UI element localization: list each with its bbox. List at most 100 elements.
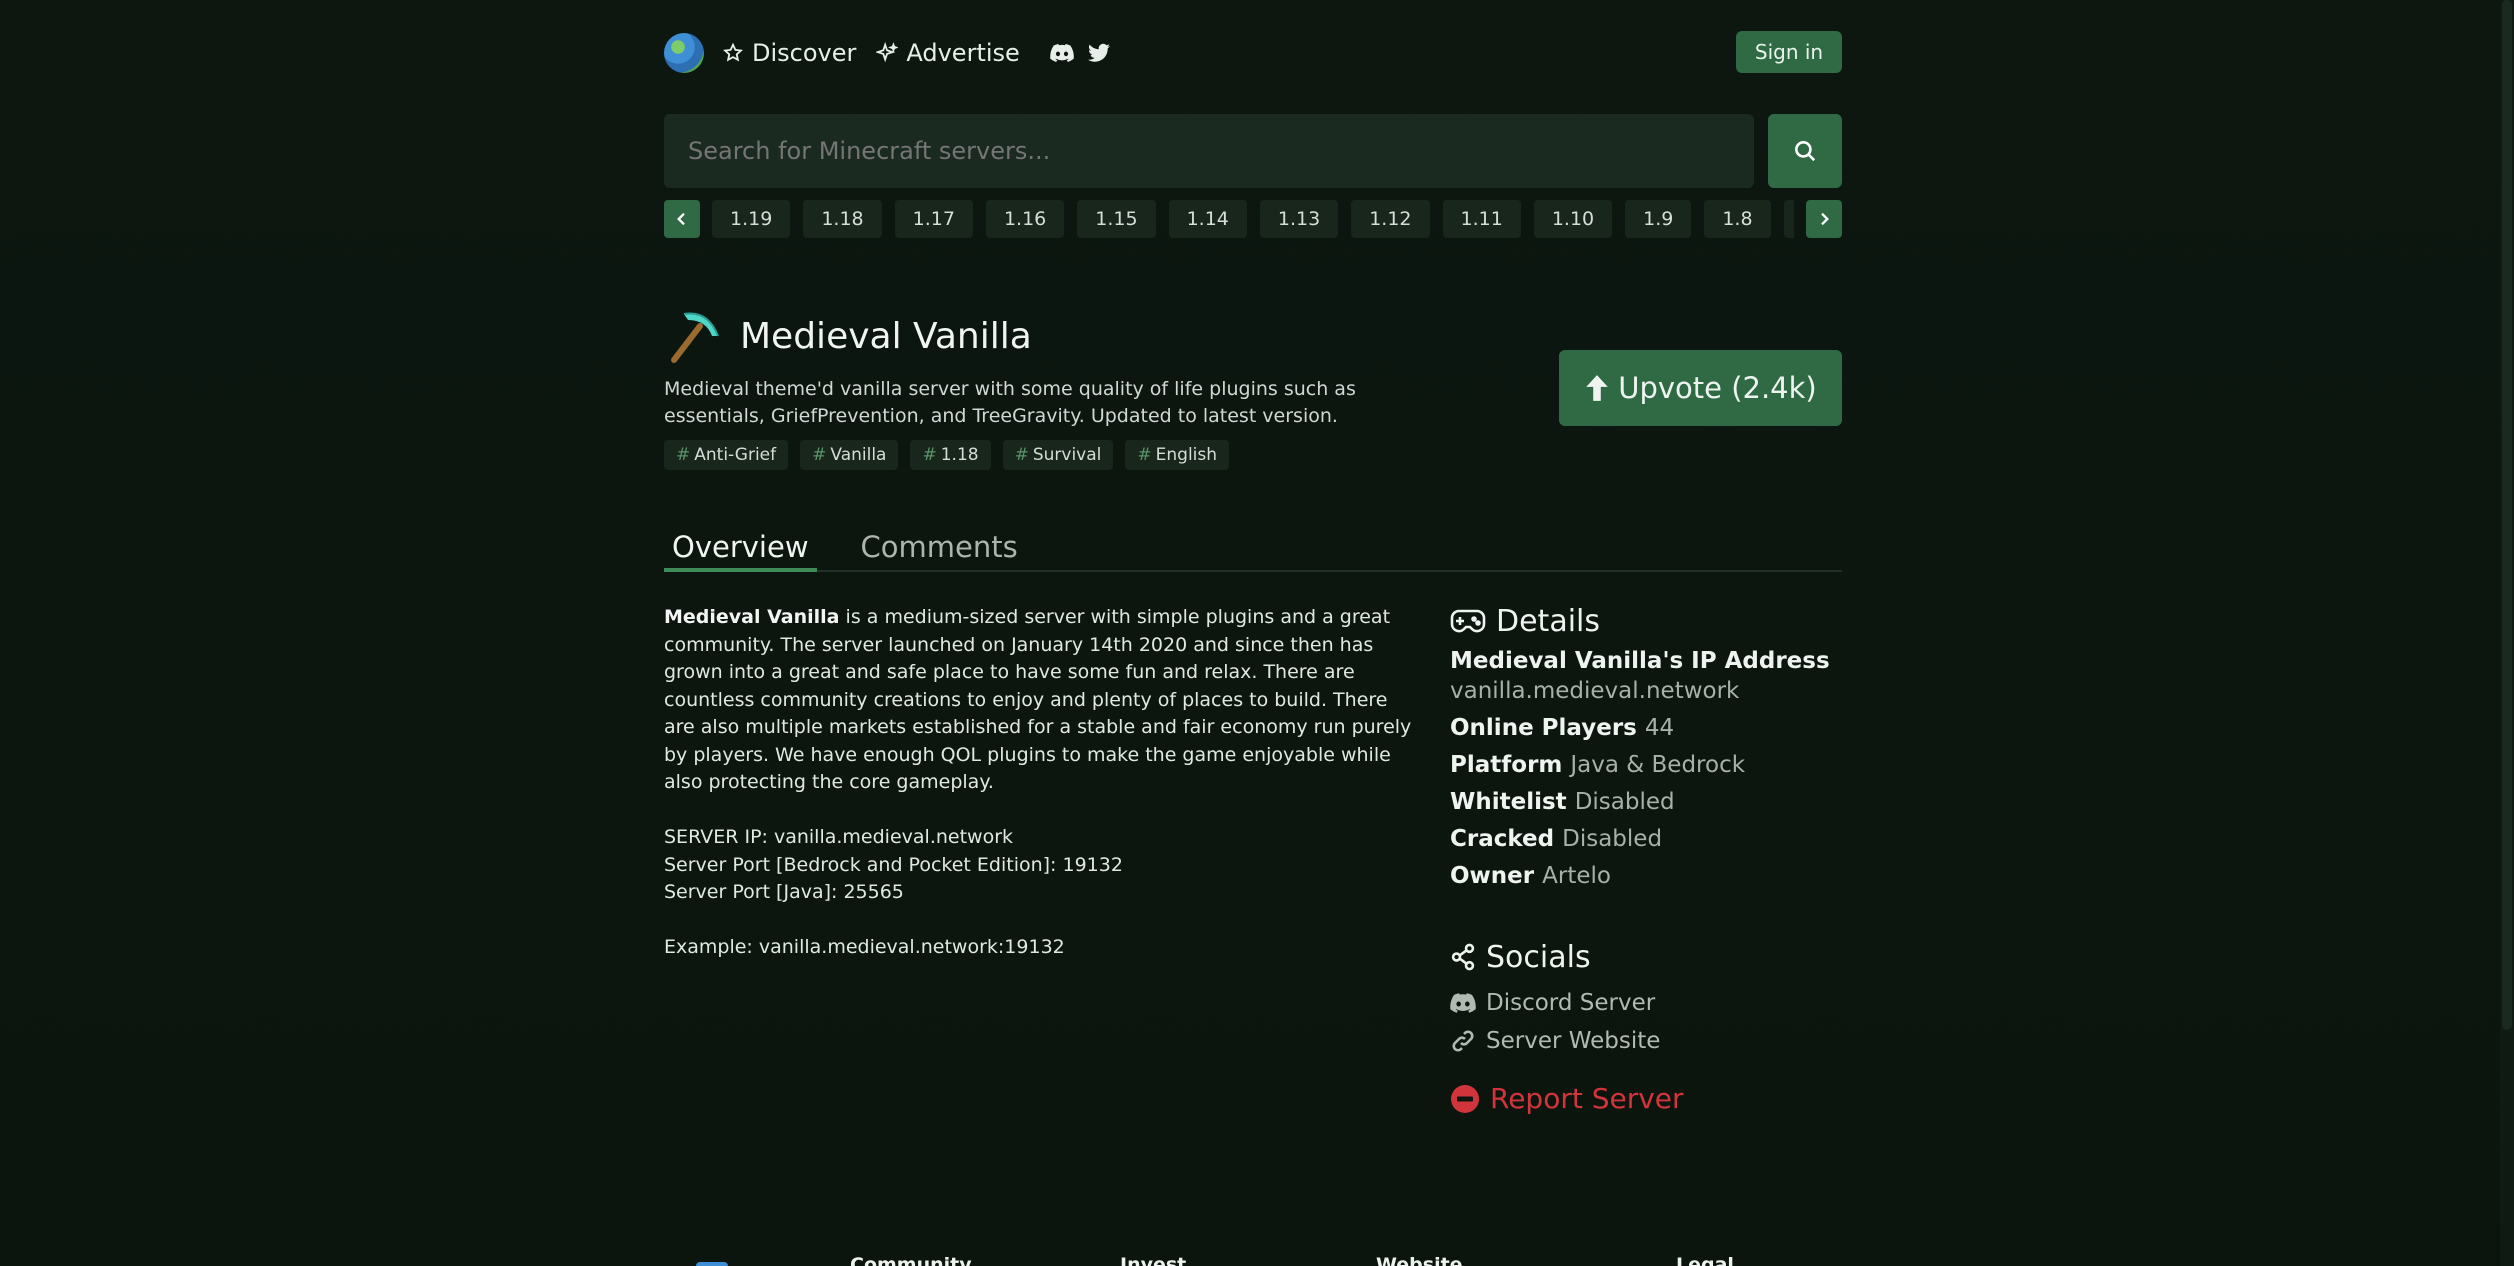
overview-text: Medieval Vanilla is a medium-sized serve… xyxy=(664,604,1424,989)
server-tag[interactable]: # Anti-Grief xyxy=(664,440,789,470)
twitter-icon[interactable] xyxy=(1087,43,1110,63)
filter-chip[interactable]: 1.12 xyxy=(1351,200,1430,238)
upvote-button[interactable]: Upvote (2.4k) xyxy=(1559,350,1842,426)
upvote-label: Upvote (2.4k) xyxy=(1618,371,1817,405)
nav-advertise-label: Advertise xyxy=(906,39,1020,67)
filter-chip[interactable]: 1.19 xyxy=(712,200,791,238)
server-description: Medieval theme'd vanilla server with som… xyxy=(664,378,1356,427)
detail-row: Online Players 44 xyxy=(1450,715,1842,741)
overview-intro-bold: Medieval Vanilla xyxy=(664,606,840,628)
overview-ip-line: SERVER IP: vanilla.medieval.network xyxy=(664,826,1014,848)
page-scrollbar[interactable] xyxy=(2500,0,2514,1266)
hash-icon: # xyxy=(922,445,937,465)
pickaxe-icon xyxy=(671,312,719,363)
discord-icon xyxy=(1450,993,1476,1013)
server-tag-label: Survival xyxy=(1032,445,1102,465)
overview-example-line: Example: vanilla.medieval.network:19132 xyxy=(664,936,1065,958)
server-tag-label: 1.18 xyxy=(940,445,979,465)
filter-chip[interactable]: 1.14 xyxy=(1168,200,1247,238)
filter-chip[interactable]: 1.9 xyxy=(1625,200,1692,238)
detail-key: Owner xyxy=(1450,863,1535,889)
nav-advertise-link[interactable]: Advertise xyxy=(876,39,1020,67)
server-title: Medieval Vanilla xyxy=(740,315,1032,357)
filter-chip[interactable]: 1.8 xyxy=(1704,200,1771,238)
chevron-right-icon xyxy=(1821,212,1829,226)
search-button[interactable] xyxy=(1768,114,1842,188)
globe-logo-icon[interactable] xyxy=(664,33,704,73)
overview-intro-rest: is a medium-sized server with simple plu… xyxy=(664,606,1412,793)
ip-address-value[interactable]: vanilla.medieval.network xyxy=(1450,678,1842,704)
share-icon xyxy=(1451,943,1475,971)
footer-col-website: Website xyxy=(1376,1254,1463,1266)
overview-connection-info: SERVER IP: vanilla.medieval.network Serv… xyxy=(664,824,1424,907)
footer-logo-icon xyxy=(696,1262,728,1266)
sparkle-star-icon xyxy=(723,42,743,62)
detail-key: Platform xyxy=(1450,752,1563,778)
socials-heading: Socials xyxy=(1450,936,1660,978)
filter-chip[interactable]: 1.13 xyxy=(1259,200,1339,238)
search-icon xyxy=(1795,141,1816,162)
filter-chips: 1.19 1.18 1.17 1.16 1.15 1.14 1.13 1.12 1.11 1.10… xyxy=(712,200,1794,238)
tab-overview[interactable]: Overview xyxy=(664,530,817,572)
footer-col-legal: Legal xyxy=(1676,1254,1734,1266)
server-tags: # Anti-Grief # Vanilla #1.18 # Survival # Englis… xyxy=(664,440,1241,470)
filter-chip[interactable]: 1.15 xyxy=(1077,200,1156,238)
filter-chip[interactable]: 1.11 xyxy=(1442,200,1521,238)
server-tag-label: Vanilla xyxy=(830,445,887,465)
top-nav: Discover Advertise Sign in xyxy=(664,30,1842,76)
detail-rows: Online Players 44 Platform Java & Bedrock Wh… xyxy=(1450,715,1842,889)
hash-icon: # xyxy=(676,445,691,465)
overview-bedrock-port-line: Server Port [Bedrock and Pocket Edition]… xyxy=(664,853,1123,876)
filter-chips-row: 1.19 1.18 1.17 1.16 1.15 1.14 1.13 1.12 1.11 1.10… xyxy=(664,200,1842,238)
chevron-left-icon xyxy=(677,212,685,226)
details-heading-label: Details xyxy=(1496,603,1601,639)
overview-java-port-line: Server Port [Java]: 25565 xyxy=(664,881,904,903)
socials-heading-label: Socials xyxy=(1486,939,1591,975)
detail-value: Disabled xyxy=(1562,826,1663,852)
scroll-right-button[interactable] xyxy=(1806,200,1842,238)
hash-icon: # xyxy=(1014,445,1029,465)
server-tag[interactable]: #1.18 xyxy=(910,440,991,470)
detail-value: Java & Bedrock xyxy=(1570,752,1746,778)
detail-row: Cracked Disabled xyxy=(1450,826,1842,852)
search-input[interactable] xyxy=(664,114,1754,188)
discord-icon[interactable] xyxy=(1050,43,1074,63)
sparkles-icon xyxy=(876,42,899,63)
details-panel: Details Medieval Vanilla's IP Address va… xyxy=(1450,600,1842,890)
gamepad-icon xyxy=(1450,609,1486,633)
arrow-up-icon xyxy=(1586,375,1609,401)
detail-value: Artelo xyxy=(1542,863,1611,889)
server-header: Medieval Vanilla xyxy=(664,306,1032,366)
server-tag[interactable]: # Survival xyxy=(1002,440,1114,470)
filter-chip[interactable]: 1.7 xyxy=(1783,200,1794,238)
server-tag[interactable]: # English xyxy=(1125,440,1230,470)
detail-row: Platform Java & Bedrock xyxy=(1450,752,1842,778)
server-tag[interactable]: # Vanilla xyxy=(800,440,899,470)
detail-value: Disabled xyxy=(1574,789,1675,815)
server-website-link[interactable]: Server Website xyxy=(1450,1028,1660,1054)
server-tag-label: Anti-Grief xyxy=(694,445,777,465)
detail-row: Owner Artelo xyxy=(1450,863,1842,889)
hash-icon: # xyxy=(1137,445,1152,465)
nav-discover-link[interactable]: Discover xyxy=(722,39,856,67)
discord-server-label: Discord Server xyxy=(1486,990,1656,1016)
no-entry-icon xyxy=(1451,1084,1479,1113)
report-server-label: Report Server xyxy=(1490,1082,1684,1115)
filter-chip[interactable]: 1.18 xyxy=(803,200,882,238)
socials-panel: Socials Discord Server Server Website xyxy=(1450,936,1660,1054)
report-server-button[interactable]: Report Server xyxy=(1450,1082,1684,1115)
detail-key: Whitelist xyxy=(1450,789,1567,815)
hash-icon: # xyxy=(812,445,827,465)
filter-chip[interactable]: 1.10 xyxy=(1533,200,1613,238)
detail-row: Whitelist Disabled xyxy=(1450,789,1842,815)
nav-discover-label: Discover xyxy=(752,39,857,67)
link-icon xyxy=(1452,1030,1474,1052)
discord-server-link[interactable]: Discord Server xyxy=(1450,990,1660,1016)
sign-in-button[interactable]: Sign in xyxy=(1736,31,1842,73)
filter-chip[interactable]: 1.17 xyxy=(894,200,973,238)
scroll-left-button[interactable] xyxy=(664,200,700,238)
scrollbar-thumb[interactable] xyxy=(2502,0,2512,1030)
filter-chip[interactable]: 1.16 xyxy=(985,200,1065,238)
tab-comments[interactable]: Comments xyxy=(853,530,1026,572)
detail-key: Online Players xyxy=(1450,715,1637,741)
